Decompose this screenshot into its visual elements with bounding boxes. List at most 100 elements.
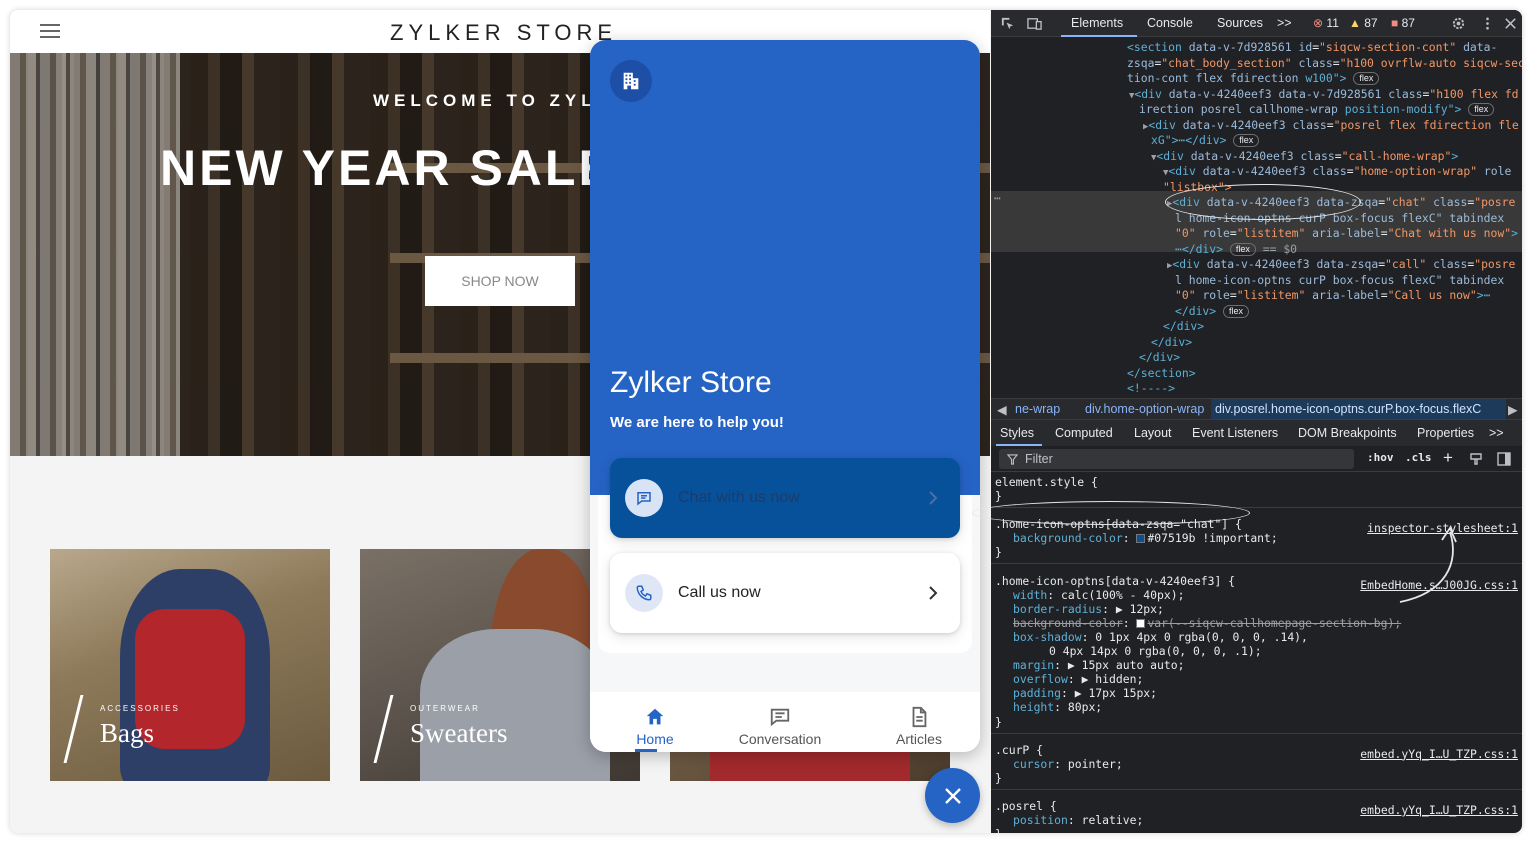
warning-count[interactable]: ▲ 87: [1349, 16, 1378, 30]
css-declaration[interactable]: 0 4px 14px 0 rgba(0, 0, 0, .1);: [1049, 644, 1262, 658]
call-us-option[interactable]: Call us now: [610, 553, 960, 633]
tab-layout[interactable]: Layout: [1134, 426, 1172, 440]
dom-line[interactable]: "listbox">: [1163, 180, 1232, 195]
rule-close-brace: }: [995, 489, 1002, 504]
device-toolbar-icon[interactable]: [1027, 16, 1042, 31]
tab-computed[interactable]: Computed: [1055, 426, 1113, 440]
css-declaration[interactable]: background-color: var(--siqcw-callhomepa…: [1013, 616, 1401, 630]
hov-toggle[interactable]: :hov: [1367, 451, 1394, 464]
close-chat-button[interactable]: [925, 768, 980, 823]
tab-home[interactable]: Home: [590, 692, 720, 752]
css-selector[interactable]: .home-icon-optns[data-v-4240eef3] {: [995, 574, 1235, 588]
tab-properties[interactable]: Properties: [1417, 426, 1474, 440]
tab-home-label: Home: [636, 731, 674, 747]
flex-badge[interactable]: flex: [1233, 134, 1260, 147]
devtools-panel: Elements Console Sources >> ⊗ 11 ▲ 87 ■ …: [991, 10, 1522, 833]
css-declaration[interactable]: margin: ▶ 15px auto auto;: [1013, 658, 1184, 672]
breadcrumb-item-selected[interactable]: div.posrel.home-icon-optns.curP.box-focu…: [1215, 402, 1481, 416]
css-selector[interactable]: .curP {: [995, 743, 1043, 757]
color-swatch-icon[interactable]: [1136, 618, 1146, 628]
tab-styles[interactable]: Styles: [1000, 426, 1034, 440]
node-more-icon[interactable]: ⋯: [994, 191, 1001, 206]
css-declaration[interactable]: height: 80px;: [1013, 700, 1102, 714]
dom-line[interactable]: </div> flex: [1175, 304, 1250, 319]
more-tabs-icon[interactable]: >>: [1277, 16, 1292, 30]
css-rule[interactable]: .curP { embed.yYq_I…U_TZP.css:1 cursor: po…: [991, 740, 1522, 790]
tab-event-listeners[interactable]: Event Listeners: [1192, 426, 1278, 440]
dom-line[interactable]: zsqa="chat_body_section" class="h100 ovr…: [1127, 56, 1522, 71]
category-card-bags[interactable]: ACCESSORIES Bags: [50, 549, 330, 781]
dom-line[interactable]: irection posrel callhome-wrap position-m…: [1139, 102, 1495, 117]
widget-subtitle: We are here to help you!: [610, 414, 784, 431]
flex-badge[interactable]: flex: [1353, 72, 1380, 85]
styles-filter-input[interactable]: [999, 449, 1354, 469]
cls-toggle[interactable]: .cls: [1405, 451, 1432, 464]
dom-line[interactable]: </section>: [1127, 366, 1196, 381]
css-declaration[interactable]: overflow: ▶ hidden;: [1013, 672, 1143, 686]
shop-now-button[interactable]: SHOP NOW: [425, 256, 575, 306]
dom-line[interactable]: "0" role="listitem" aria-label="Call us …: [1175, 288, 1490, 303]
css-rule[interactable]: .posrel { embed.yYq_I…U_TZP.css:1 position…: [991, 796, 1522, 833]
dom-line[interactable]: <section data-v-7d928561 id="siqcw-secti…: [1127, 40, 1497, 55]
css-selector[interactable]: .posrel {: [995, 799, 1057, 813]
devtools-toolbar: Elements Console Sources >> ⊗ 11 ▲ 87 ■ …: [991, 10, 1522, 37]
tab-console[interactable]: Console: [1147, 16, 1193, 30]
stylesheet-source-link[interactable]: embed.yYq_I…U_TZP.css:1: [1360, 803, 1518, 817]
error-count[interactable]: ⊗ 11: [1313, 16, 1339, 30]
store-page: ZYLKER STORE WELCOME TO ZYLK NEW YEAR SA…: [10, 10, 990, 833]
issues-count[interactable]: ■ 87: [1391, 16, 1415, 30]
dom-line[interactable]: tion-cont flex fdirection w100"> flex: [1127, 71, 1380, 86]
chat-option-label: Chat with us now: [678, 489, 800, 506]
flex-badge[interactable]: flex: [1229, 242, 1256, 256]
breadcrumb-item[interactable]: ne-wrap: [1015, 402, 1060, 416]
toggle-sidebar-icon[interactable]: [1497, 452, 1511, 466]
inspect-element-icon[interactable]: [1000, 16, 1015, 31]
css-declaration[interactable]: position: relative;: [1013, 813, 1143, 827]
tab-conversation[interactable]: Conversation: [715, 692, 845, 752]
tab-sources[interactable]: Sources: [1217, 16, 1263, 30]
css-declaration[interactable]: border-radius: ▶ 12px;: [1013, 602, 1164, 616]
dom-line[interactable]: l home-icon-optns curP box-focus flexC" …: [1175, 273, 1504, 288]
stylesheet-source-link[interactable]: embed.yYq_I…U_TZP.css:1: [1360, 747, 1518, 761]
tab-dom-breakpoints[interactable]: DOM Breakpoints: [1298, 426, 1397, 440]
chat-with-us-option[interactable]: Chat with us now: [610, 458, 960, 538]
dom-line[interactable]: ⋯</div> flex == $0: [1175, 242, 1297, 257]
dom-line[interactable]: "0" role="listitem" aria-label="Chat wit…: [1175, 226, 1518, 241]
tab-elements[interactable]: Elements: [1071, 16, 1123, 30]
flex-badge[interactable]: flex: [1468, 103, 1495, 116]
dom-line[interactable]: l home-icon-optns curP box-focus flexC" …: [1175, 211, 1504, 226]
more-subtabs-icon[interactable]: >>: [1489, 426, 1504, 440]
tab-articles[interactable]: Articles: [854, 692, 980, 752]
more-options-icon[interactable]: [1480, 16, 1495, 31]
dom-line[interactable]: xG">⋯</div> flex: [1151, 133, 1260, 148]
hamburger-menu-icon[interactable]: [40, 23, 60, 39]
breadcrumb-scroll-left-icon[interactable]: ◀: [997, 402, 1007, 417]
paint-bucket-icon[interactable]: [1469, 452, 1483, 466]
color-swatch-icon[interactable]: [1136, 534, 1146, 544]
breadcrumb-scroll-right-icon[interactable]: ▶: [1508, 402, 1518, 417]
css-declaration[interactable]: width: calc(100% - 40px);: [1013, 588, 1184, 602]
breadcrumb-item[interactable]: div.home-option-wrap: [1085, 402, 1204, 416]
card-category-title: Sweaters: [410, 718, 508, 748]
css-selector[interactable]: element.style {: [995, 475, 1098, 489]
close-icon: [944, 787, 961, 804]
store-logo[interactable]: ZYLKER STORE: [390, 20, 617, 46]
rule-close-brace: }: [995, 714, 1002, 729]
warning-count-value: 87: [1364, 16, 1378, 30]
css-declaration[interactable]: background-color: #07519b !important;: [1013, 531, 1278, 545]
css-declaration[interactable]: box-shadow: 0 1px 4px 0 rgba(0, 0, 0, .1…: [1013, 630, 1308, 644]
css-rule[interactable]: element.style {}: [991, 472, 1522, 509]
dom-line[interactable]: <!---->: [1127, 381, 1175, 396]
call-option-label: Call us now: [678, 584, 761, 601]
close-devtools-icon[interactable]: [1503, 16, 1518, 31]
flex-badge[interactable]: flex: [1223, 304, 1250, 318]
document-icon: [912, 706, 927, 728]
new-style-rule-icon[interactable]: +: [1443, 448, 1453, 468]
css-declaration[interactable]: cursor: pointer;: [1013, 757, 1123, 771]
settings-gear-icon[interactable]: [1451, 16, 1466, 31]
dom-line[interactable]: </div>: [1139, 350, 1180, 365]
dom-line[interactable]: </div>: [1151, 335, 1192, 350]
css-selector[interactable]: .home-icon-optns[data-zsqa="chat"] {: [995, 517, 1242, 531]
dom-line[interactable]: </div>: [1163, 319, 1204, 334]
css-declaration[interactable]: padding: ▶ 17px 15px;: [1013, 686, 1157, 700]
